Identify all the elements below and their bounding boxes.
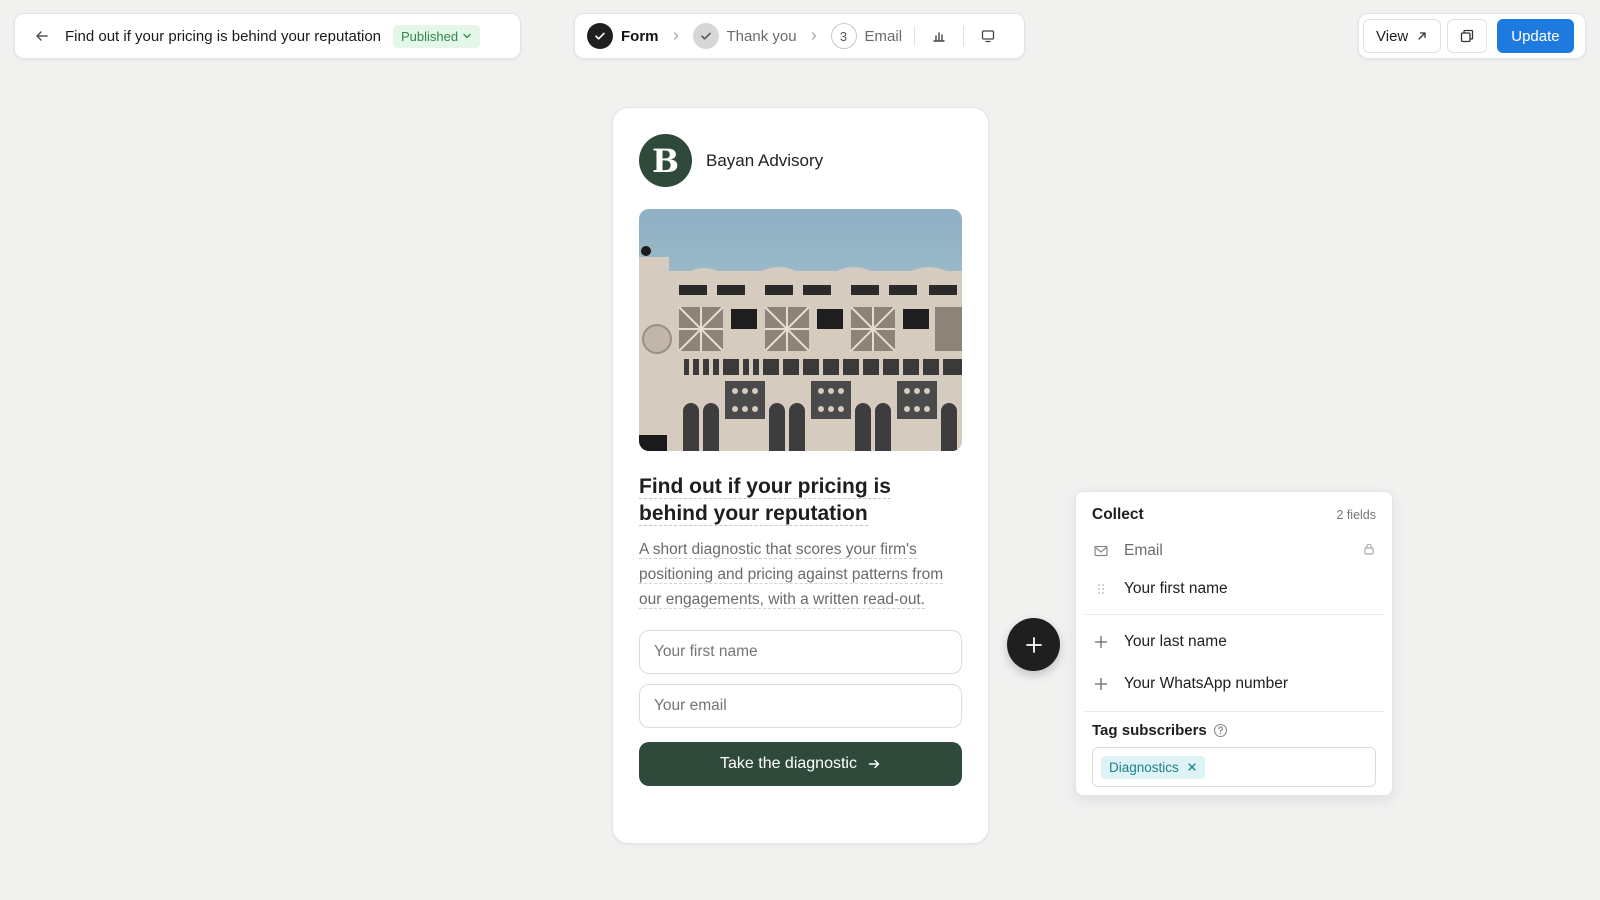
add-whatsapp-number[interactable]: Your WhatsApp number	[1092, 663, 1376, 705]
tag-chip-label: Diagnostics	[1109, 759, 1179, 775]
submit-label: Take the diagnostic	[720, 755, 857, 772]
drag-handle-icon[interactable]	[1092, 582, 1110, 596]
tag-label-text: Tag subscribers	[1092, 722, 1207, 739]
chevron-right-icon	[671, 31, 681, 41]
hero-image[interactable]	[639, 209, 962, 451]
brand-logo: B	[639, 134, 692, 187]
check-icon	[692, 23, 719, 49]
page-title: Find out if your pricing is behind your …	[65, 27, 382, 45]
divider	[914, 26, 916, 46]
plus-icon	[1025, 636, 1042, 653]
lock-icon	[1362, 542, 1376, 561]
plus-icon	[1092, 677, 1110, 691]
field-label: Your first name	[1124, 580, 1228, 597]
duplicate-button[interactable]	[1447, 19, 1488, 53]
collect-panel: Collect 2 fields Email Your first name Y…	[1075, 491, 1393, 796]
field-label: Your last name	[1124, 633, 1227, 650]
step-email[interactable]: 3 Email	[830, 23, 903, 49]
divider	[1084, 614, 1384, 615]
view-button[interactable]: View	[1363, 19, 1442, 53]
help-icon[interactable]	[1213, 723, 1228, 738]
form-description-text: A short diagnostic that scores your firm…	[639, 541, 944, 609]
plus-icon	[1092, 635, 1110, 649]
form-preview: B Bayan Advisory Find out if your pricin…	[612, 107, 989, 844]
analytics-button[interactable]	[927, 24, 951, 48]
monitor-icon	[981, 30, 995, 43]
first-name-input[interactable]	[639, 630, 962, 674]
field-first-name[interactable]: Your first name	[1092, 570, 1376, 608]
add-last-name[interactable]: Your last name	[1092, 621, 1376, 663]
add-field-button[interactable]	[1007, 618, 1060, 671]
update-button[interactable]: Update	[1497, 19, 1574, 53]
arrow-right-icon	[868, 759, 880, 769]
remove-tag-icon[interactable]	[1187, 762, 1197, 772]
email-input[interactable]	[639, 684, 962, 728]
tag-input[interactable]: Diagnostics	[1092, 747, 1376, 787]
field-label: Email	[1124, 542, 1163, 559]
tag-subscribers-label: Tag subscribers	[1092, 722, 1376, 739]
form-title-text: Find out if your pricing is behind your …	[639, 475, 891, 526]
form-title-bar: Find out if your pricing is behind your …	[14, 13, 521, 59]
field-email[interactable]: Email	[1092, 532, 1376, 570]
divider	[963, 26, 965, 46]
chevron-down-icon	[463, 33, 471, 39]
bar-chart-icon	[933, 32, 945, 42]
arrow-left-icon	[36, 31, 48, 41]
form-description[interactable]: A short diagnostic that scores your firm…	[639, 537, 962, 612]
top-actions: View Update	[1358, 13, 1586, 59]
form-title[interactable]: Find out if your pricing is behind your …	[639, 473, 962, 527]
external-link-icon	[1418, 32, 1426, 40]
field-label: Your WhatsApp number	[1124, 675, 1288, 692]
brand-header: B Bayan Advisory	[639, 134, 962, 187]
check-icon	[587, 23, 613, 49]
back-button[interactable]	[29, 23, 55, 49]
step-label: Email	[864, 27, 903, 45]
step-thank-you[interactable]: Thank you	[692, 23, 797, 49]
divider	[1084, 711, 1384, 712]
step-navigator: Form Thank you 3 Email	[574, 13, 1025, 59]
submit-button[interactable]: Take the diagnostic	[639, 742, 962, 786]
step-number: 3	[830, 23, 857, 49]
step-label: Form	[621, 27, 659, 45]
field-count: 2 fields	[1336, 508, 1376, 522]
brand-name: Bayan Advisory	[706, 150, 824, 170]
mail-icon	[1092, 543, 1110, 559]
status-badge[interactable]: Published	[393, 24, 481, 48]
preview-device-button[interactable]	[976, 24, 1000, 48]
status-label: Published	[401, 28, 459, 44]
chevron-right-icon	[809, 31, 819, 41]
collect-title: Collect	[1092, 506, 1144, 523]
copy-icon	[1461, 29, 1474, 43]
tag-chip: Diagnostics	[1101, 755, 1205, 779]
step-label: Thank you	[726, 27, 797, 45]
view-label: View	[1376, 27, 1409, 45]
step-form[interactable]: Form	[587, 23, 659, 49]
